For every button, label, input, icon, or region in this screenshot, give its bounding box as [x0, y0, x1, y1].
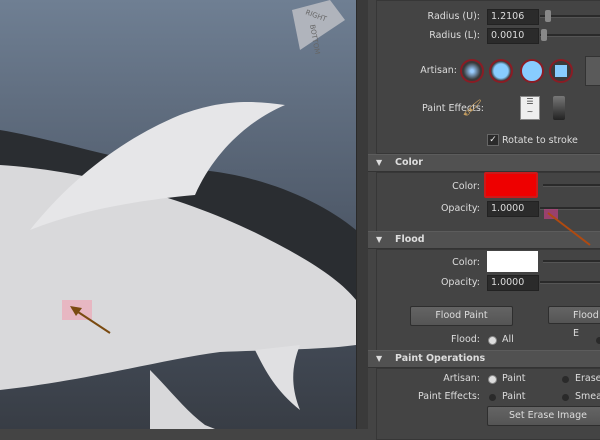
- shark-model: RIGHT BOTTOM: [0, 0, 356, 429]
- pe-paint-radio[interactable]: [489, 394, 496, 401]
- tool-settings-panel: Radius (U): 1.2106 Radius (L): 0.0010 Ar…: [368, 0, 600, 440]
- color-swatch[interactable]: [484, 172, 538, 198]
- flood-opacity-slider[interactable]: [540, 281, 600, 284]
- paint-operations-section-header[interactable]: ▼ Paint Operations: [368, 350, 600, 368]
- flood-all-label: All: [502, 334, 514, 345]
- rotate-to-stroke-checkbox[interactable]: ✓: [487, 134, 499, 146]
- pe-smear-label: Smear: [575, 391, 600, 402]
- flood-opacity-label: Opacity:: [440, 277, 480, 288]
- flood-label: Flood:: [451, 334, 480, 345]
- collapse-triangle-icon: ▼: [376, 235, 383, 244]
- paint-effects-op-label: Paint Effects:: [417, 391, 480, 402]
- color-slider[interactable]: [543, 184, 600, 187]
- radius-u-label: Radius (U):: [427, 11, 480, 22]
- color-section-header[interactable]: ▼ Color: [368, 154, 600, 172]
- arrow-annotation: [544, 209, 591, 246]
- soft-brush-icon[interactable]: [460, 59, 484, 83]
- radius-l-slider[interactable]: [540, 34, 600, 37]
- pe-smear-radio[interactable]: [562, 394, 569, 401]
- square-brush-icon[interactable]: [549, 59, 573, 83]
- medium-brush-icon[interactable]: [489, 59, 513, 83]
- flood-paint-button[interactable]: Flood Paint: [410, 306, 513, 326]
- flood-color-label: Color:: [452, 257, 480, 268]
- flood-erase-button[interactable]: Flood E: [548, 306, 600, 339]
- artisan-label: Artisan:: [420, 65, 457, 76]
- artisan-paint-label: Paint: [502, 373, 526, 384]
- artisan-paint-radio[interactable]: [489, 376, 496, 383]
- artisan-erase-label: Erase: [575, 373, 600, 384]
- rotate-to-stroke-label: Rotate to stroke: [502, 135, 578, 146]
- pe-paint-label: Paint: [502, 391, 526, 402]
- radius-u-slider-handle[interactable]: [545, 10, 551, 22]
- paintbrush-icon[interactable]: 🖌: [462, 98, 482, 117]
- flood-color-slider[interactable]: [543, 260, 600, 263]
- flood-color-swatch[interactable]: [487, 251, 538, 272]
- collapse-triangle-icon: ▼: [376, 158, 383, 167]
- view-cube[interactable]: RIGHT BOTTOM: [292, 0, 345, 55]
- 3d-viewport[interactable]: RIGHT BOTTOM: [0, 0, 356, 429]
- color-label: Color:: [452, 181, 480, 192]
- brush-profile-icon[interactable]: [585, 56, 600, 86]
- hard-brush-icon[interactable]: [520, 59, 544, 83]
- radius-l-field[interactable]: 0.0010: [487, 28, 539, 44]
- flood-all-radio[interactable]: [489, 337, 496, 344]
- artisan-erase-radio[interactable]: [562, 376, 569, 383]
- flood-opacity-field[interactable]: 1.0000: [487, 275, 539, 291]
- radius-l-label: Radius (L):: [429, 30, 480, 41]
- visor-icon[interactable]: [553, 96, 565, 120]
- set-erase-image-button[interactable]: Set Erase Image: [487, 406, 600, 426]
- flood-selected-radio[interactable]: [596, 337, 600, 344]
- template-brush-icon[interactable]: ☰ ~: [520, 96, 540, 120]
- radius-l-slider-handle[interactable]: [541, 29, 547, 41]
- artisan-op-label: Artisan:: [443, 373, 480, 384]
- collapse-triangle-icon: ▼: [376, 354, 383, 363]
- opacity-field[interactable]: 1.0000: [487, 201, 539, 217]
- opacity-label: Opacity:: [440, 203, 480, 214]
- radius-u-field[interactable]: 1.2106: [487, 9, 539, 25]
